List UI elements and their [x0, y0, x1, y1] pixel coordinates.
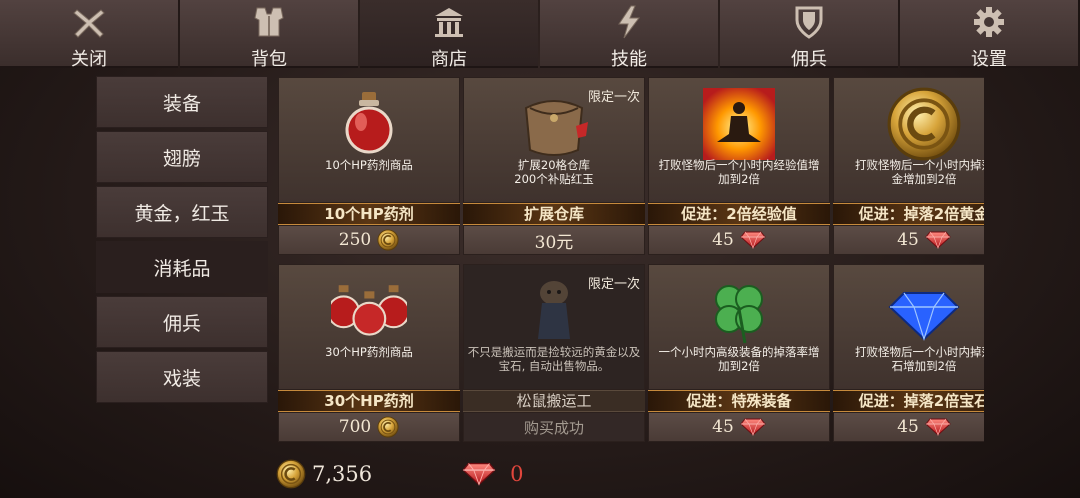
tab-inventory[interactable]: 背包: [180, 0, 358, 70]
tab-label: 商店: [431, 49, 467, 70]
item-body[interactable]: 一个小时内高级装备的掉落率增 加到2倍: [648, 264, 830, 390]
potion-icon: [345, 92, 393, 154]
gold-coin-icon: [377, 416, 399, 438]
item-description: 打败怪物后一个小时内掉落 石增加到2倍: [855, 345, 984, 373]
item-name: 促进：掉落2倍宝石: [833, 390, 984, 412]
ruby-icon: [925, 231, 951, 249]
buy-button[interactable]: 45: [648, 225, 830, 255]
item-name: 扩展仓库: [463, 203, 645, 225]
purchased-status: 购买成功: [463, 412, 645, 442]
gold-balance: 7,356: [312, 462, 373, 486]
category-menu: 装备 翅膀 黄金，红玉 消耗品 佣兵 戏装: [96, 76, 268, 406]
tab-label: 关闭: [71, 49, 107, 70]
item-name: 促进：掉落2倍黄金: [833, 203, 984, 225]
item-body[interactable]: 打败怪物后一个小时内掉落 石增加到2倍: [833, 264, 984, 390]
item-price: 45: [712, 230, 734, 250]
shop-item[interactable]: 打败怪物后一个小时内经验值增 加到2倍 促进：2倍经验值 45: [648, 77, 830, 259]
buy-button[interactable]: 700: [278, 412, 460, 442]
buy-button[interactable]: 45: [648, 412, 830, 442]
gear-icon: [974, 7, 1004, 37]
ruby-icon: [740, 418, 766, 436]
item-body[interactable]: 打败怪物后一个小时内经验值增 加到2倍: [648, 77, 830, 203]
potions-icon: [331, 285, 407, 336]
tab-label: 背包: [251, 49, 287, 70]
ruby-icon: [462, 462, 496, 486]
wallet-bar: 7,356 0: [276, 456, 524, 492]
item-name: 10个HP药剂: [278, 203, 460, 225]
item-body[interactable]: 限定一次 扩展20格仓库 200个补贴红玉: [463, 77, 645, 203]
gold-coin-icon: [886, 86, 962, 162]
top-nav: 关闭 背包 商店 技能 佣兵 设置: [0, 0, 1080, 70]
item-description: 打败怪物后一个小时内经验值增 加到2倍: [658, 158, 820, 186]
item-name: 30个HP药剂: [278, 390, 460, 412]
item-description: 一个小时内高级装备的掉落率增 加到2倍: [658, 345, 820, 373]
item-price: 700: [338, 417, 372, 437]
tab-mercenary[interactable]: 佣兵: [720, 0, 898, 70]
clover-icon: [715, 285, 763, 344]
item-body[interactable]: 打败怪物后一个小时内掉落 金增加到2倍: [833, 77, 984, 203]
shop-item[interactable]: 打败怪物后一个小时内掉落 石增加到2倍 促进：掉落2倍宝石 45: [833, 264, 984, 446]
tab-skills[interactable]: 技能: [540, 0, 718, 70]
ruby-balance: 0: [510, 462, 524, 486]
category-mercenary[interactable]: 佣兵: [96, 296, 268, 348]
limit-badge: 限定一次: [587, 90, 640, 105]
close-icon: [73, 9, 105, 38]
limit-badge: 限定一次: [587, 277, 640, 292]
armor-icon: [254, 7, 284, 37]
category-costume[interactable]: 戏装: [96, 351, 268, 403]
item-price: 250: [338, 230, 372, 250]
shop-item[interactable]: 限定一次 扩展20格仓库 200个补贴红玉 扩展仓库 30元: [463, 77, 645, 259]
item-price: 45: [897, 230, 919, 250]
shop-item[interactable]: 打败怪物后一个小时内掉落 金增加到2倍 促进：掉落2倍黄金 45: [833, 77, 984, 259]
item-description: 30个HP药剂商品: [325, 345, 413, 359]
item-price: 购买成功: [523, 418, 584, 437]
item-price: 45: [712, 417, 734, 437]
diamond-icon: [888, 292, 960, 342]
item-body[interactable]: 10个HP药剂商品: [278, 77, 460, 203]
buy-button[interactable]: 30元: [463, 225, 645, 255]
item-description: 扩展20格仓库 200个补贴红玉: [514, 158, 594, 186]
shop-item[interactable]: 10个HP药剂商品 10个HP药剂 250: [278, 77, 460, 259]
shop-grid: 10个HP药剂商品 10个HP药剂 250 限定一次 扩展20格仓库 200个补…: [278, 77, 984, 452]
shop-item[interactable]: 30个HP药剂商品 30个HP药剂 700: [278, 264, 460, 446]
category-equipment[interactable]: 装备: [96, 76, 268, 128]
shop-item[interactable]: 一个小时内高级装备的掉落率增 加到2倍 促进：特殊装备 45: [648, 264, 830, 446]
item-body[interactable]: 限定一次 不只是搬运而是捡较远的黄金以及 宝石, 自动出售物品。: [463, 264, 645, 390]
item-body[interactable]: 30个HP药剂商品: [278, 264, 460, 390]
shop-icon: [435, 8, 463, 37]
tab-shop[interactable]: 商店: [360, 0, 538, 70]
buy-button[interactable]: 250: [278, 225, 460, 255]
squirrel-icon: [538, 281, 570, 339]
tab-close[interactable]: 关闭: [0, 0, 178, 70]
item-description: 打败怪物后一个小时内掉落 金增加到2倍: [855, 158, 984, 186]
buy-button[interactable]: 45: [833, 412, 984, 442]
tab-label: 技能: [611, 49, 647, 70]
ruby-icon: [925, 418, 951, 436]
tab-label: 设置: [971, 49, 1007, 70]
tab-settings[interactable]: 设置: [900, 0, 1078, 70]
category-consumables[interactable]: 消耗品: [96, 241, 268, 293]
meditation-icon: [703, 88, 775, 160]
category-gold-ruby[interactable]: 黄金，红玉: [96, 186, 268, 238]
item-name: 促进：特殊装备: [648, 390, 830, 412]
tab-label: 佣兵: [791, 49, 827, 70]
gold-coin-icon: [276, 459, 306, 489]
shop-item[interactable]: 限定一次 不只是搬运而是捡较远的黄金以及 宝石, 自动出售物品。 松鼠搬运工 购…: [463, 264, 645, 446]
buy-button[interactable]: 45: [833, 225, 984, 255]
item-price: 30元: [534, 232, 574, 253]
ruby-icon: [740, 231, 766, 249]
item-name: 促进：2倍经验值: [648, 203, 830, 225]
item-name: 松鼠搬运工: [463, 390, 645, 412]
bag-icon: [524, 100, 588, 156]
item-description: 10个HP药剂商品: [325, 158, 413, 172]
shield-icon: [795, 6, 823, 39]
item-price: 45: [897, 417, 919, 437]
lightning-icon: [618, 5, 640, 39]
item-description: 不只是搬运而是捡较远的黄金以及 宝石, 自动出售物品。: [467, 345, 641, 373]
category-wings[interactable]: 翅膀: [96, 131, 268, 183]
gold-coin-icon: [377, 229, 399, 251]
